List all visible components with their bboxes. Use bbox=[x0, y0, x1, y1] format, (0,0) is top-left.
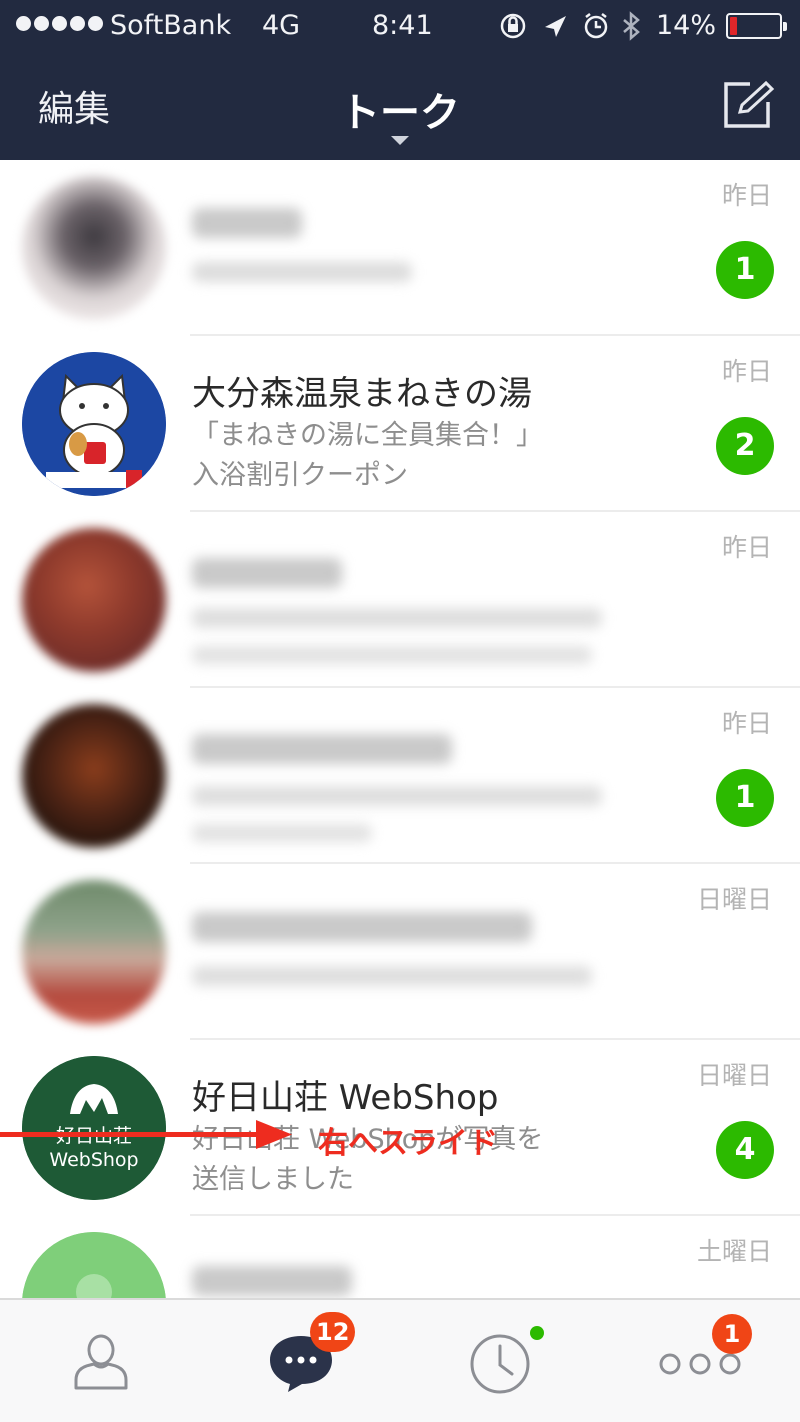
avatar-logo-text: WebShop bbox=[49, 1149, 138, 1171]
orientation-lock-icon bbox=[500, 13, 526, 39]
talk-row[interactable]: 大分森温泉まねきの湯 「まねきの湯に全員集合！」 入浴割引クーポン 昨日 2 bbox=[0, 336, 800, 512]
talk-date: 昨日 bbox=[721, 533, 772, 562]
battery-icon bbox=[726, 13, 787, 39]
talk-row[interactable]: 土曜日 bbox=[0, 1216, 800, 1298]
talk-name: 好日山荘 WebShop bbox=[192, 1078, 499, 1118]
status-icons bbox=[500, 11, 650, 41]
tab-timeline[interactable] bbox=[400, 1300, 600, 1422]
blurred-name bbox=[192, 734, 452, 764]
page-title[interactable]: トーク bbox=[0, 80, 800, 138]
avatar[interactable] bbox=[22, 1232, 166, 1298]
talk-row[interactable]: 昨日 1 bbox=[0, 160, 800, 336]
blurred-preview bbox=[192, 646, 592, 664]
unread-badge: 4 bbox=[716, 1121, 774, 1179]
unread-badge: 1 bbox=[716, 241, 774, 299]
blurred-preview bbox=[192, 966, 592, 986]
chats-unread-badge: 12 bbox=[310, 1312, 356, 1352]
timeline-icon bbox=[470, 1334, 530, 1394]
blurred-preview bbox=[192, 262, 412, 282]
slide-right-annotation: 右へスライド bbox=[318, 1126, 498, 1161]
talk-row[interactable]: 昨日 1 bbox=[0, 688, 800, 864]
blurred-name bbox=[192, 912, 532, 942]
blurred-preview bbox=[192, 608, 602, 628]
compose-icon[interactable] bbox=[720, 80, 776, 130]
talk-preview: 「まねきの湯に全員集合！」 入浴割引クーポン bbox=[192, 420, 543, 491]
location-arrow-icon bbox=[545, 16, 566, 37]
unread-badge: 1 bbox=[716, 769, 774, 827]
talk-date: 昨日 bbox=[721, 357, 772, 386]
signal-strength-icon bbox=[16, 16, 103, 31]
battery-percent: 14% bbox=[656, 10, 717, 41]
tab-friends[interactable] bbox=[0, 1300, 200, 1422]
header: SoftBank 4G 8:41 14% 編集 トーク bbox=[0, 0, 800, 160]
webshop-logo-icon: 好日山荘 WebShop bbox=[22, 1056, 166, 1200]
network-type: 4G bbox=[262, 10, 301, 41]
avatar[interactable] bbox=[22, 176, 166, 320]
blurred-name bbox=[192, 208, 302, 238]
title-dropdown-caret-icon[interactable] bbox=[391, 136, 409, 145]
tab-chats[interactable]: 12 bbox=[200, 1300, 400, 1422]
blurred-name bbox=[192, 1266, 352, 1296]
alarm-icon bbox=[584, 13, 608, 39]
blurred-name bbox=[192, 558, 342, 588]
timeline-new-dot bbox=[530, 1326, 544, 1340]
carrier-name: SoftBank bbox=[110, 10, 232, 41]
tab-bar: 12 1 bbox=[0, 1298, 800, 1422]
bluetooth-icon bbox=[623, 11, 640, 41]
avatar[interactable] bbox=[22, 704, 166, 848]
talk-date: 昨日 bbox=[721, 181, 772, 210]
unread-badge: 2 bbox=[716, 417, 774, 475]
status-bar: SoftBank 4G 8:41 14% bbox=[0, 0, 800, 52]
talk-date: 昨日 bbox=[721, 709, 772, 738]
more-icon bbox=[659, 1353, 741, 1375]
avatar[interactable] bbox=[22, 880, 166, 1024]
friends-icon bbox=[74, 1334, 128, 1390]
maneki-neko-icon bbox=[22, 352, 166, 496]
talk-date: 日曜日 bbox=[696, 885, 772, 914]
talk-date: 日曜日 bbox=[696, 1061, 772, 1090]
talk-date: 土曜日 bbox=[696, 1237, 772, 1266]
tab-more[interactable]: 1 bbox=[600, 1300, 800, 1422]
blurred-preview bbox=[192, 824, 372, 842]
more-unread-badge: 1 bbox=[712, 1314, 752, 1354]
talk-name: 大分森温泉まねきの湯 bbox=[192, 374, 532, 414]
clock: 8:41 bbox=[372, 10, 433, 41]
avatar[interactable]: 好日山荘 WebShop bbox=[22, 1056, 166, 1200]
blurred-preview bbox=[192, 786, 602, 806]
talk-row[interactable]: 日曜日 bbox=[0, 864, 800, 1040]
avatar-logo-text: 好日山荘 bbox=[56, 1125, 132, 1147]
talk-row[interactable]: 昨日 bbox=[0, 512, 800, 688]
default-avatar-icon bbox=[22, 1232, 166, 1298]
avatar[interactable] bbox=[22, 528, 166, 672]
avatar[interactable] bbox=[22, 352, 166, 496]
